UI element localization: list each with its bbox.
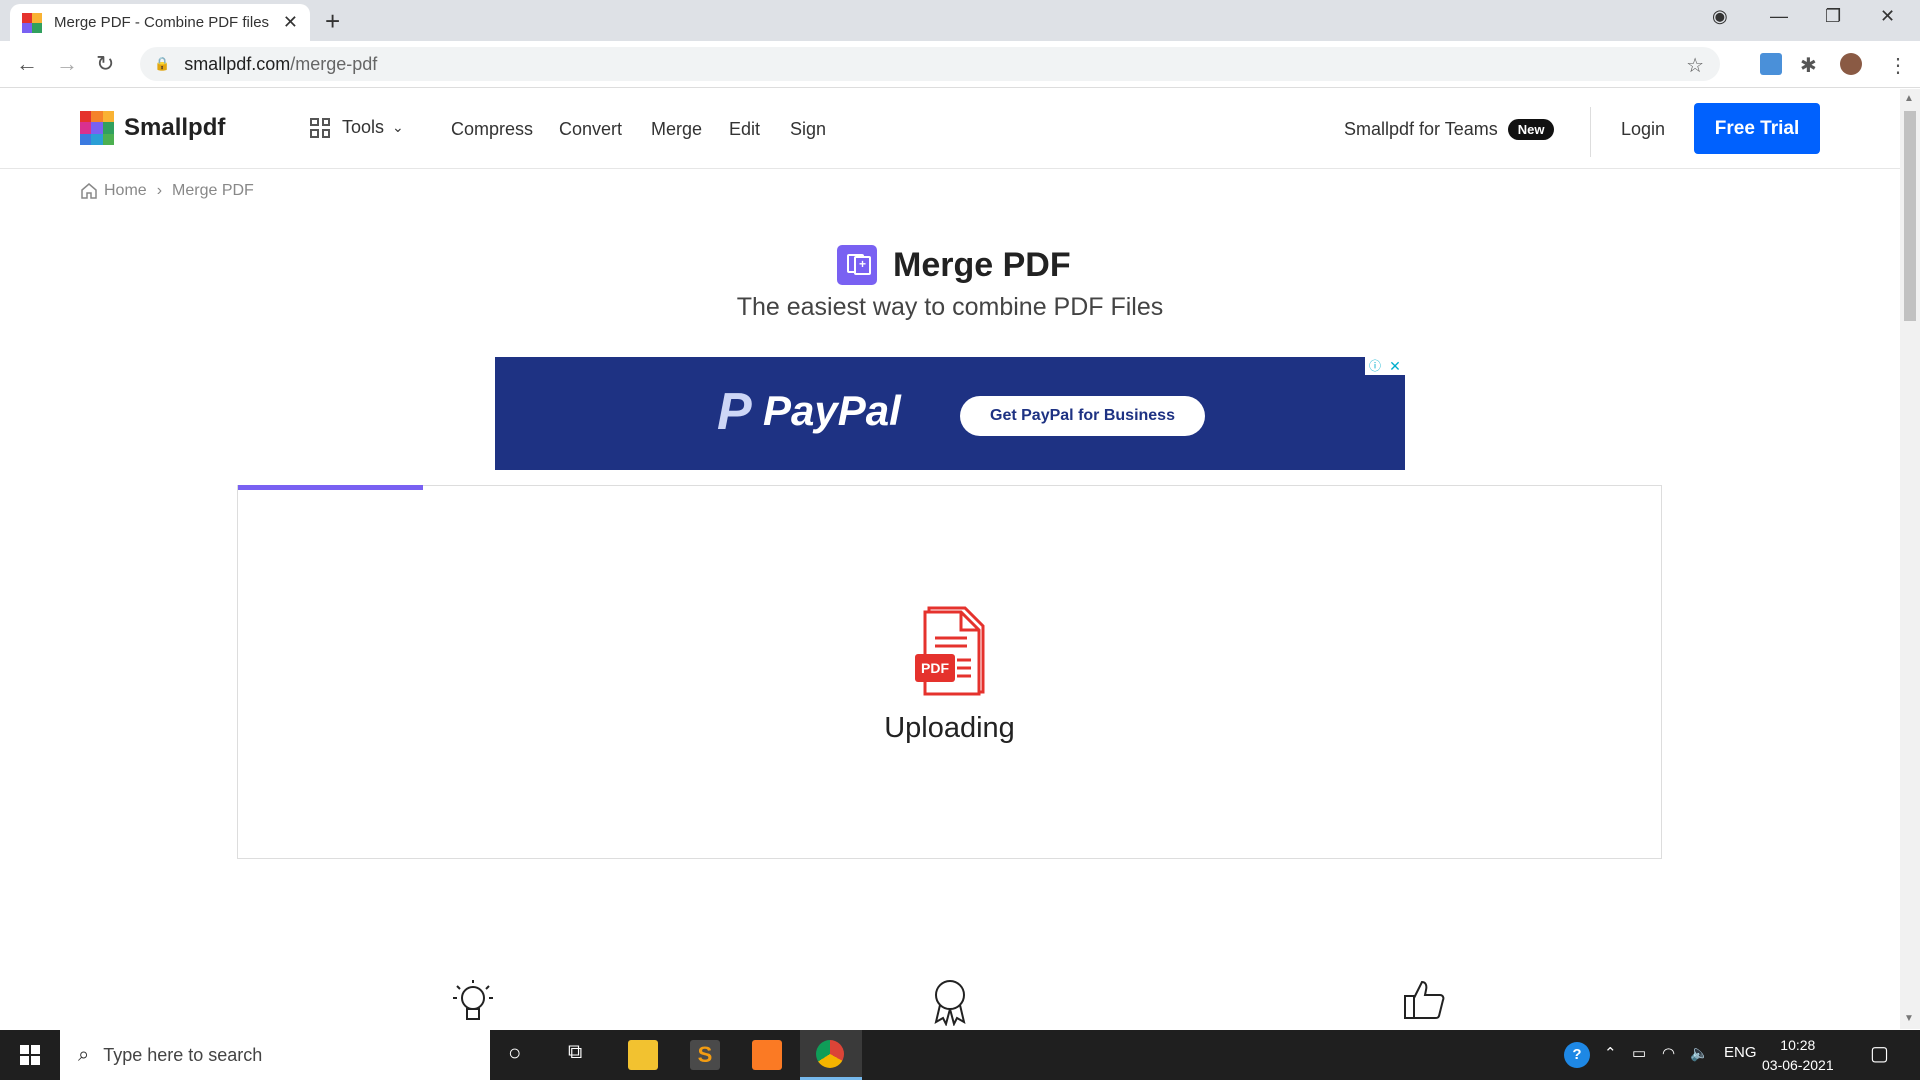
smallpdf-logo[interactable]: Smallpdf xyxy=(80,111,225,145)
browser-tab[interactable]: Merge PDF - Combine PDF files o ✕ xyxy=(10,4,310,41)
nav-edit[interactable]: Edit xyxy=(729,119,760,140)
close-window-button[interactable]: ✕ xyxy=(1880,6,1895,27)
upload-progress-bar xyxy=(238,485,423,490)
file-explorer-icon[interactable] xyxy=(628,1040,658,1070)
sublime-text-icon[interactable]: S xyxy=(690,1040,720,1070)
help-icon[interactable]: ? xyxy=(1564,1042,1590,1068)
breadcrumb-separator: › xyxy=(156,182,163,199)
browser-tab-strip: Merge PDF - Combine PDF files o ✕ + ◉ — … xyxy=(0,0,1920,41)
browser-toolbar: ← → ↻ 🔒 smallpdf.com/merge-pdf ☆ ✱ ⋮ xyxy=(0,41,1920,88)
home-icon xyxy=(81,183,97,199)
close-tab-icon[interactable]: ✕ xyxy=(283,12,298,33)
scroll-thumb[interactable] xyxy=(1904,111,1916,321)
taskbar-search-placeholder: Type here to search xyxy=(103,1044,263,1065)
lightbulb-icon xyxy=(453,980,493,1020)
new-tab-button[interactable]: + xyxy=(325,6,340,37)
paypal-logo: PayPal xyxy=(717,382,901,442)
nav-convert[interactable]: Convert xyxy=(559,119,622,140)
tab-title: Merge PDF - Combine PDF files o xyxy=(54,14,270,31)
pdf-file-icon: PDF xyxy=(915,606,985,696)
smallpdf-logo-icon xyxy=(80,111,114,145)
merge-pdf-icon xyxy=(837,245,877,285)
url-host: smallpdf.com xyxy=(184,53,291,74)
chevron-down-icon: ⌄ xyxy=(392,119,404,135)
clock-time: 10:28 xyxy=(1780,1037,1816,1053)
pdf-label: PDF xyxy=(921,660,949,676)
clock-date: 03-06-2021 xyxy=(1762,1057,1834,1073)
address-bar[interactable]: 🔒 smallpdf.com/merge-pdf ☆ xyxy=(140,47,1720,81)
notifications-icon[interactable]: ▢ xyxy=(1870,1041,1889,1066)
breadcrumb: Home › Merge PDF xyxy=(80,182,254,200)
search-icon: ⌕ xyxy=(78,1043,90,1066)
minimize-button[interactable]: — xyxy=(1770,6,1788,27)
nav-sign[interactable]: Sign xyxy=(790,119,826,140)
login-link[interactable]: Login xyxy=(1621,119,1665,140)
battery-icon[interactable]: ▭ xyxy=(1632,1044,1646,1062)
restore-button[interactable]: ❐ xyxy=(1825,6,1841,27)
chrome-taskbar-item[interactable] xyxy=(800,1030,862,1080)
windows-taskbar: ⌕ Type here to search ○ ⧉ S ? ⌃ ▭ ◠ 🔈 EN… xyxy=(0,1030,1920,1080)
scroll-down-icon[interactable]: ▼ xyxy=(1904,1013,1914,1024)
page-title: Merge PDF xyxy=(893,245,1071,284)
free-trial-button[interactable]: Free Trial xyxy=(1694,103,1820,154)
upload-status: Uploading xyxy=(884,712,1015,744)
paypal-brand: PayPal xyxy=(763,387,901,434)
logo-text: Smallpdf xyxy=(124,114,226,141)
thumbs-up-icon xyxy=(1404,980,1445,1019)
extensions-puzzle-icon[interactable]: ✱ xyxy=(1800,53,1822,77)
system-clock[interactable]: 10:28 03-06-2021 xyxy=(1762,1035,1834,1075)
bookmark-star-icon[interactable]: ☆ xyxy=(1686,53,1704,78)
language-indicator[interactable]: ENG xyxy=(1724,1044,1757,1061)
tools-label: Tools xyxy=(342,117,385,137)
task-view-icon[interactable]: ⧉ xyxy=(568,1041,582,1064)
volume-icon[interactable]: 🔈 xyxy=(1690,1044,1709,1062)
nav-compress[interactable]: Compress xyxy=(451,119,533,140)
breadcrumb-current: Merge PDF xyxy=(172,182,254,199)
scroll-up-icon[interactable]: ▲ xyxy=(1904,93,1914,104)
tools-menu[interactable]: Tools ⌄ xyxy=(310,117,404,138)
reload-icon[interactable]: ↻ xyxy=(96,51,114,77)
page-scrollbar[interactable]: ▲ ▼ xyxy=(1900,89,1920,1029)
ad-cta-button[interactable]: Get PayPal for Business xyxy=(960,396,1205,436)
tab-search-icon[interactable]: ◉ xyxy=(1712,6,1728,27)
upload-area[interactable]: PDF Uploading xyxy=(237,485,1662,859)
wifi-icon[interactable]: ◠ xyxy=(1662,1044,1675,1062)
chevron-up-icon[interactable]: ⌃ xyxy=(1604,1044,1617,1062)
award-ribbon-icon xyxy=(934,980,966,1026)
page-subtitle: The easiest way to combine PDF Files xyxy=(736,293,1164,321)
paypal-ad-banner[interactable]: PayPal Get PayPal for Business ⓘ ✕ xyxy=(495,357,1405,470)
url-path: /merge-pdf xyxy=(290,53,378,74)
page-title-row: Merge PDF xyxy=(837,245,1071,285)
teams-label: Smallpdf for Teams xyxy=(1344,119,1498,139)
new-badge: New xyxy=(1507,119,1555,140)
cortana-icon[interactable]: ○ xyxy=(508,1040,521,1066)
ad-close-icon[interactable]: ✕ xyxy=(1385,357,1405,375)
extension-icon[interactable] xyxy=(1760,53,1782,75)
site-header: Smallpdf Tools ⌄ Compress Convert Merge … xyxy=(0,89,1900,169)
ad-info-icon[interactable]: ⓘ xyxy=(1365,357,1385,375)
chrome-menu-icon[interactable]: ⋮ xyxy=(1888,53,1910,77)
nav-merge[interactable]: Merge xyxy=(651,119,702,140)
lock-icon[interactable]: 🔒 xyxy=(154,56,170,72)
profile-avatar[interactable] xyxy=(1840,53,1862,75)
windows-start-icon[interactable] xyxy=(20,1045,40,1065)
breadcrumb-home[interactable]: Home xyxy=(104,182,147,200)
header-divider xyxy=(1590,107,1591,157)
teams-link[interactable]: Smallpdf for Teams New xyxy=(1344,119,1555,140)
taskbar-search[interactable]: ⌕ Type here to search xyxy=(60,1030,490,1080)
grid-icon xyxy=(310,117,330,138)
xampp-icon[interactable] xyxy=(752,1040,782,1070)
back-icon[interactable]: ← xyxy=(16,51,38,77)
smallpdf-favicon-icon xyxy=(22,12,42,33)
forward-icon[interactable]: → xyxy=(56,51,78,77)
paypal-p-icon xyxy=(717,382,752,442)
chrome-icon xyxy=(816,1040,844,1068)
